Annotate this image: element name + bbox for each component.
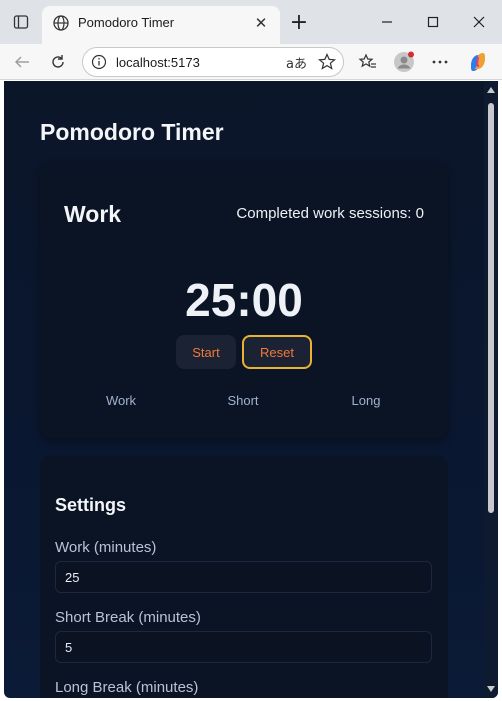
start-button[interactable]: Start	[176, 335, 236, 369]
read-aloud-icon[interactable]: aあ	[286, 53, 307, 72]
scroll-up-icon[interactable]	[487, 87, 495, 93]
short-break-input[interactable]: 5	[55, 631, 432, 663]
browser-toolbar: localhost:5173 aあ	[0, 44, 502, 80]
scrollbar-thumb[interactable]	[488, 103, 494, 513]
copilot-icon[interactable]	[464, 48, 492, 76]
star-icon[interactable]	[317, 52, 337, 72]
browser-titlebar: Pomodoro Timer ✕ +	[0, 0, 502, 44]
page-viewport: Pomodoro Timer Work Completed work sessi…	[4, 81, 498, 698]
window-close-icon[interactable]	[456, 8, 502, 36]
settings-card: Settings Work (minutes) 25 Short Break (…	[40, 455, 448, 698]
completed-sessions-counter: Completed work sessions: 0	[236, 205, 424, 222]
back-icon[interactable]	[8, 48, 36, 76]
browser-tab[interactable]: Pomodoro Timer ✕	[42, 6, 280, 44]
timer-card: Work Completed work sessions: 0 25:00 St…	[40, 163, 448, 439]
short-break-label: Short Break (minutes)	[55, 609, 201, 626]
mode-tab-short[interactable]: Short	[198, 393, 288, 408]
url-text[interactable]: localhost:5173	[116, 55, 200, 70]
sidebar-toggle-icon[interactable]	[8, 10, 34, 34]
scroll-down-icon[interactable]	[487, 686, 495, 692]
mode-tab-work[interactable]: Work	[76, 393, 166, 408]
plus-icon[interactable]: +	[286, 10, 312, 35]
work-minutes-label: Work (minutes)	[55, 539, 157, 556]
page-scrollbar[interactable]	[484, 81, 498, 698]
favorites-icon[interactable]	[354, 48, 382, 76]
current-mode-title: Work	[64, 201, 122, 227]
profile-icon[interactable]	[390, 48, 418, 76]
work-minutes-input[interactable]: 25	[55, 561, 432, 593]
maximize-icon[interactable]	[410, 8, 456, 36]
tab-title: Pomodoro Timer	[78, 15, 175, 30]
settings-title: Settings	[55, 495, 127, 515]
close-icon[interactable]: ✕	[250, 12, 272, 34]
info-icon[interactable]	[91, 54, 107, 70]
minimize-icon[interactable]	[364, 8, 410, 36]
mode-tabs: Work Short Long	[40, 393, 448, 413]
refresh-icon[interactable]	[44, 48, 72, 76]
globe-icon	[52, 14, 70, 32]
reset-button[interactable]: Reset	[242, 335, 312, 369]
mode-tab-long[interactable]: Long	[321, 393, 411, 408]
timer-display: 25:00	[185, 274, 303, 326]
long-break-label: Long Break (minutes)	[55, 679, 199, 696]
address-bar[interactable]: localhost:5173 aあ	[82, 47, 344, 77]
more-icon[interactable]	[426, 48, 454, 76]
page-title: Pomodoro Timer	[40, 119, 224, 145]
